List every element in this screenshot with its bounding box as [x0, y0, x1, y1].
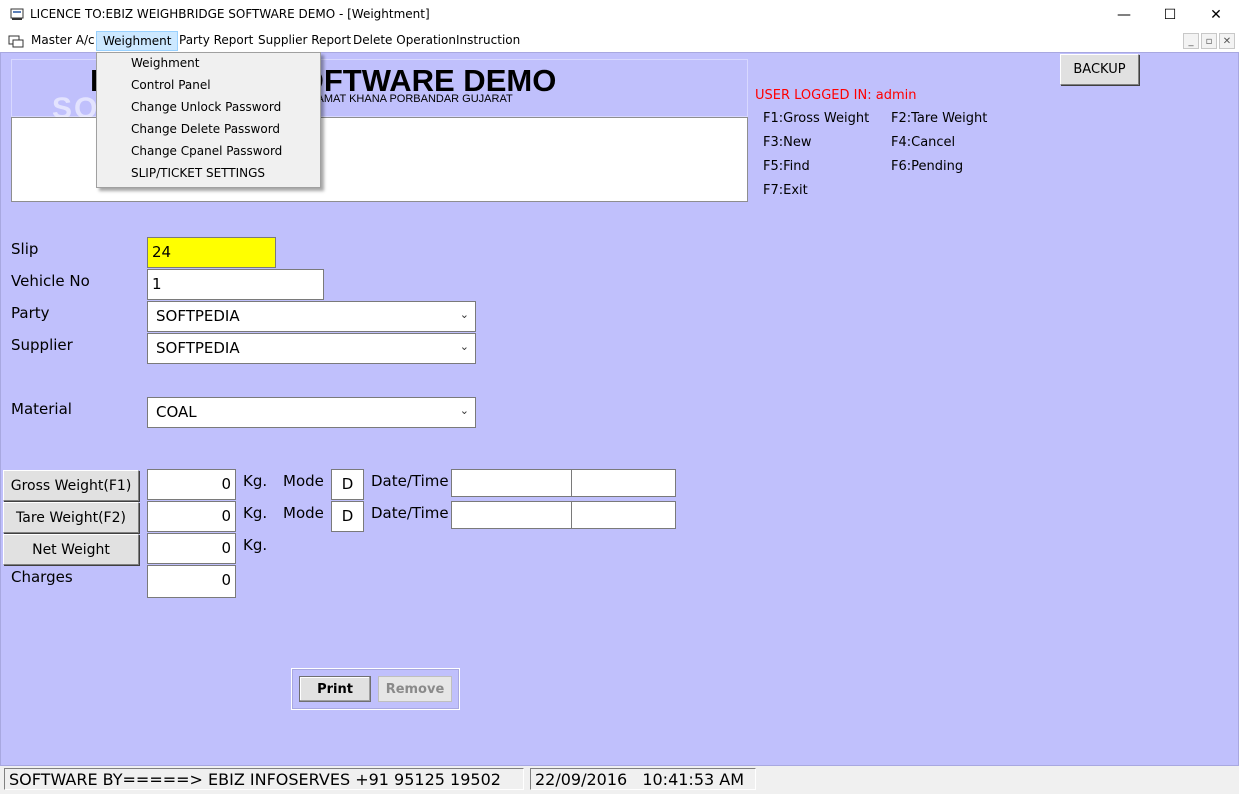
window-title: LICENCE TO:EBIZ WEIGHBRIDGE SOFTWARE DEM… [30, 7, 430, 21]
mdi-close-icon: ✕ [1222, 35, 1232, 47]
shortcut-pending: F6:Pending [891, 159, 964, 174]
supplier-label: Supplier [11, 336, 73, 354]
vehicle-input[interactable]: 1 [147, 269, 324, 300]
shortcut-tare: F2:Tare Weight [891, 111, 988, 126]
shortcut-cancel: F4:Cancel [891, 135, 956, 150]
remove-button[interactable]: Remove [378, 676, 452, 702]
net-weight-value[interactable]: 0 [147, 533, 236, 564]
gross-mode-label: Mode [283, 472, 324, 490]
party-select-value: SOFTPEDIA [156, 307, 240, 325]
gross-weight-button[interactable]: Gross Weight(F1) [3, 470, 139, 501]
menu-supplier-report[interactable]: Supplier Report [252, 31, 357, 51]
maximize-button[interactable]: ☐ [1147, 0, 1193, 30]
status-date: 22/09/2016 [535, 770, 628, 789]
backup-button[interactable]: BACKUP [1060, 54, 1139, 85]
dropdown-change-cpanel-password[interactable]: Change Cpanel Password [131, 144, 282, 158]
material-select-value: COAL [156, 403, 197, 421]
charges-value[interactable]: 0 [147, 565, 236, 598]
status-credit: SOFTWARE BY=====> EBIZ INFOSERVES +91 95… [4, 768, 524, 790]
mdi-minimize-icon: _ [1188, 35, 1194, 47]
menu-delete-operation[interactable]: Delete Operation [347, 31, 462, 51]
dropdown-change-unlock-password[interactable]: Change Unlock Password [131, 100, 281, 114]
chevron-down-icon: ⌄ [459, 340, 469, 353]
gross-time-input[interactable] [571, 469, 676, 497]
gross-unit: Kg. [243, 472, 268, 490]
tare-time-input[interactable] [571, 501, 676, 529]
menu-master-ac[interactable]: Master A/c [25, 31, 101, 51]
title-bar: LICENCE TO:EBIZ WEIGHBRIDGE SOFTWARE DEM… [0, 0, 1239, 30]
user-logged-label: USER LOGGED IN: admin [755, 88, 917, 103]
material-label: Material [11, 400, 72, 418]
tare-datetime-label: Date/Time [371, 504, 449, 522]
mdi-restore-button[interactable]: ▫ [1201, 33, 1217, 49]
supplier-select[interactable]: SOFTPEDIA ⌄ [147, 333, 476, 364]
mdi-minimize-button[interactable]: _ [1183, 33, 1199, 49]
material-select[interactable]: COAL ⌄ [147, 397, 476, 428]
menu-party-report[interactable]: Party Report [173, 31, 259, 51]
net-weight-button[interactable]: Net Weight [3, 534, 139, 565]
shortcut-exit: F7:Exit [763, 183, 808, 198]
minimize-icon: — [1117, 7, 1131, 23]
gross-datetime-label: Date/Time [371, 472, 449, 490]
chevron-down-icon: ⌄ [459, 404, 469, 417]
charges-label: Charges [11, 568, 73, 586]
dropdown-slip-ticket-settings[interactable]: SLIP/TICKET SETTINGS [131, 166, 265, 180]
shortcut-find: F5:Find [763, 159, 810, 174]
status-datetime: 22/09/2016 10:41:53 AM [530, 768, 756, 790]
supplier-select-value: SOFTPEDIA [156, 339, 240, 357]
slip-input[interactable]: 24 [147, 237, 276, 268]
app-icon [10, 8, 24, 20]
tare-unit: Kg. [243, 504, 268, 522]
dropdown-change-delete-password[interactable]: Change Delete Password [131, 122, 280, 136]
close-button[interactable]: ✕ [1193, 0, 1239, 30]
party-label: Party [11, 304, 50, 322]
gross-weight-value[interactable]: 0 [147, 469, 236, 500]
tare-mode-input[interactable]: D [331, 501, 364, 532]
gross-date-input[interactable] [451, 469, 572, 497]
shortcut-gross: F1:Gross Weight [763, 111, 870, 126]
tare-weight-value[interactable]: 0 [147, 501, 236, 532]
print-button[interactable]: Print [299, 676, 371, 702]
net-unit: Kg. [243, 536, 268, 554]
chevron-down-icon: ⌄ [459, 308, 469, 321]
slip-label: Slip [11, 240, 39, 258]
mdi-restore-icon: ▫ [1205, 35, 1213, 47]
menu-instruction[interactable]: Instruction [450, 31, 526, 51]
party-select[interactable]: SOFTPEDIA ⌄ [147, 301, 476, 332]
tare-date-input[interactable] [451, 501, 572, 529]
close-icon: ✕ [1210, 7, 1222, 23]
maximize-icon: ☐ [1163, 7, 1177, 23]
menu-weighment[interactable]: Weighment [96, 31, 179, 51]
gross-mode-input[interactable]: D [331, 469, 364, 500]
status-time: 10:41:53 AM [642, 770, 745, 789]
shortcut-new: F3:New [763, 135, 812, 150]
header-subtitle: N JAMAT KHANA PORBANDAR GUJARAT [300, 93, 513, 105]
minimize-button[interactable]: — [1101, 0, 1147, 30]
tare-weight-button[interactable]: Tare Weight(F2) [3, 502, 139, 533]
dropdown-weighment[interactable]: Weighment [131, 56, 199, 70]
tare-mode-label: Mode [283, 504, 324, 522]
menu-bar: Master A/c Weighment Party Report Suppli… [0, 30, 1239, 52]
mdi-close-button[interactable]: ✕ [1219, 33, 1235, 49]
vehicle-label: Vehicle No [11, 272, 90, 290]
dropdown-control-panel[interactable]: Control Panel [131, 78, 211, 92]
mdi-child-icon[interactable] [8, 34, 24, 48]
